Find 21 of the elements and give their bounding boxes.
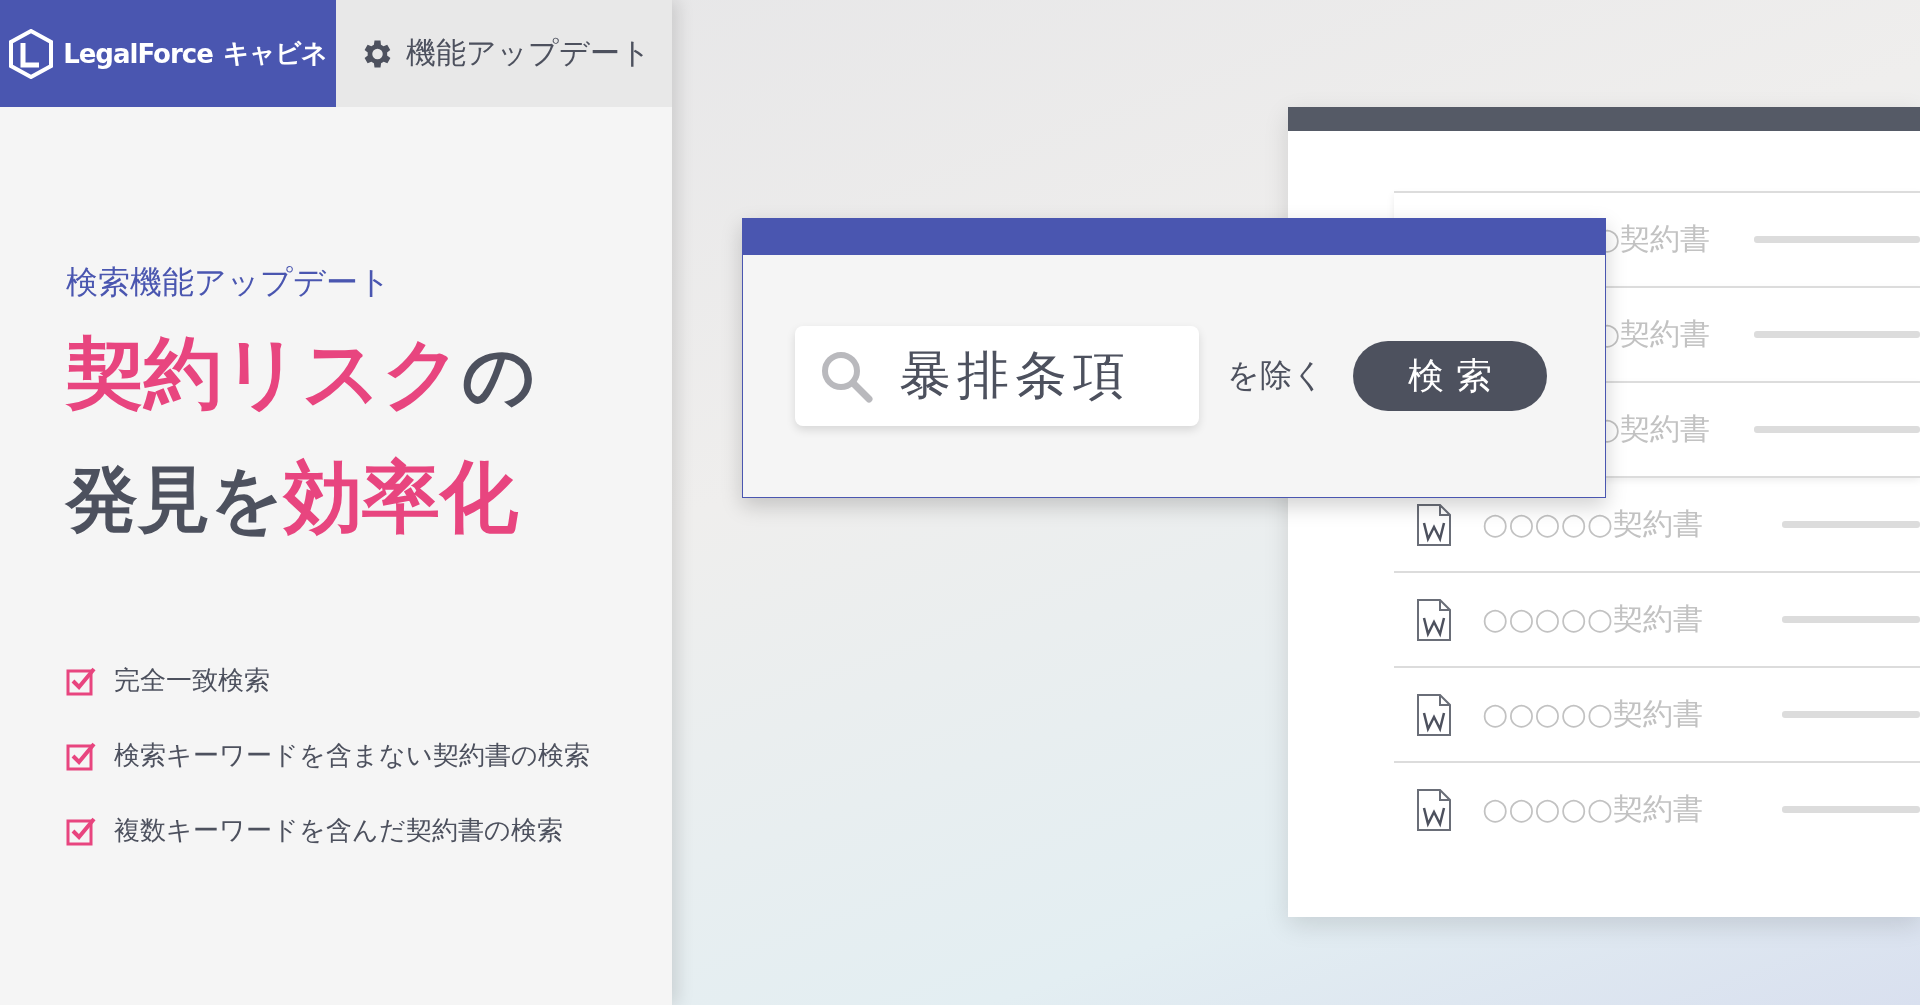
document-name: ○○○○○契約書 bbox=[1482, 505, 1704, 543]
feature-text: 完全一致検索 bbox=[114, 664, 270, 697]
exclude-label: を除く bbox=[1227, 355, 1325, 396]
word-file-icon bbox=[1416, 692, 1452, 737]
logo-mark-icon bbox=[9, 28, 54, 79]
updates-tab[interactable]: 機能アップデート bbox=[336, 0, 672, 107]
search-icon bbox=[819, 349, 873, 403]
headline: 契約リスク の bbox=[66, 327, 537, 420]
word-file-icon bbox=[1416, 502, 1452, 547]
search-field[interactable]: 暴排条項 bbox=[795, 326, 1199, 426]
document-name: ○○○○○契約書 bbox=[1482, 790, 1704, 828]
word-file-icon bbox=[1416, 787, 1452, 832]
headline: 発見を効率化 bbox=[66, 451, 519, 544]
feature-text: 複数キーワードを含んだ契約書の検索 bbox=[114, 814, 563, 847]
logo[interactable]: LegalForce キャビネ bbox=[0, 0, 336, 107]
document-name: ○○○○○契約書 bbox=[1482, 600, 1704, 638]
subtitle: 検索機能アップデート bbox=[66, 262, 392, 303]
feature-text: 検索キーワードを含まない契約書の検索 bbox=[114, 739, 590, 772]
search-button[interactable]: 検 索 bbox=[1353, 341, 1547, 411]
document-name: ○○○○○契約書 bbox=[1482, 695, 1704, 733]
word-file-icon bbox=[1416, 597, 1452, 642]
